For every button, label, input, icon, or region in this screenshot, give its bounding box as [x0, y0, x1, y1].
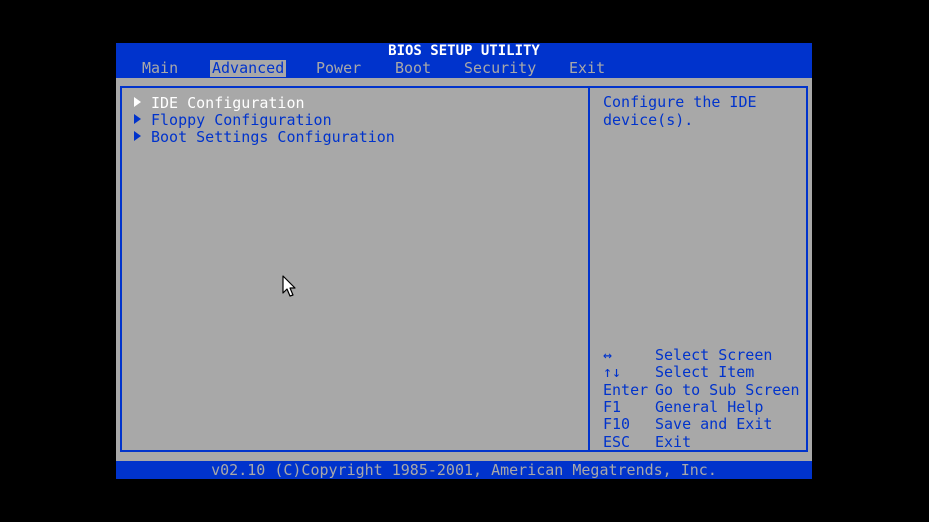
menu-item-label: IDE Configuration — [151, 94, 305, 112]
key-help-row: Enter Go to Sub Screen — [603, 382, 800, 399]
tab-exit[interactable]: Exit — [567, 60, 607, 77]
key-action: Select Screen — [655, 346, 773, 364]
key-label: ↔ — [603, 346, 613, 364]
page-title: BIOS SETUP UTILITY — [388, 43, 540, 59]
menu-item-floppy-configuration[interactable]: Floppy Configuration — [134, 112, 332, 129]
key-help-row: F10 Save and Exit — [603, 416, 772, 433]
triangle-right-icon — [134, 131, 141, 141]
key-action: Exit — [655, 433, 692, 451]
help-text: Configure the IDE device(s). — [603, 93, 757, 129]
tab-power[interactable]: Power — [314, 60, 363, 77]
header-bar: BIOS SETUP UTILITY Main Advanced Power B… — [116, 43, 812, 78]
key-action: Select Item — [655, 363, 755, 381]
tab-main[interactable]: Main — [140, 60, 180, 77]
tab-boot[interactable]: Boot — [393, 60, 433, 77]
key-label: F10 — [603, 415, 631, 433]
key-help-row: ESC Exit — [603, 434, 691, 451]
menu-item-ide-configuration[interactable]: IDE Configuration — [134, 95, 305, 112]
menu-item-label: Boot Settings Configuration — [151, 128, 395, 146]
bios-window: BIOS SETUP UTILITY Main Advanced Power B… — [116, 43, 812, 479]
key-help-row: ↔ Select Screen — [603, 347, 772, 364]
triangle-right-icon — [134, 97, 141, 107]
panel-divider — [588, 86, 590, 452]
key-action: Save and Exit — [655, 415, 773, 433]
mouse-cursor-icon — [282, 275, 296, 297]
key-label: Enter — [603, 381, 649, 399]
key-action: General Help — [655, 398, 764, 416]
tab-advanced[interactable]: Advanced — [210, 60, 287, 77]
copyright-footer: v02.10 (C)Copyright 1985-2001, American … — [116, 461, 812, 479]
key-label: F1 — [603, 398, 622, 416]
content-area: IDE Configuration Floppy Configuration B… — [116, 78, 812, 461]
key-label: ↑↓ — [603, 363, 622, 381]
key-action: Go to Sub Screen — [655, 381, 800, 399]
tab-security[interactable]: Security — [462, 60, 538, 77]
menu-item-boot-settings-configuration[interactable]: Boot Settings Configuration — [134, 129, 395, 146]
key-help-row: F1 General Help — [603, 399, 763, 416]
triangle-right-icon — [134, 114, 141, 124]
menu-item-label: Floppy Configuration — [151, 111, 332, 129]
key-label: ESC — [603, 433, 631, 451]
key-help-row: ↑↓ Select Item — [603, 364, 754, 381]
